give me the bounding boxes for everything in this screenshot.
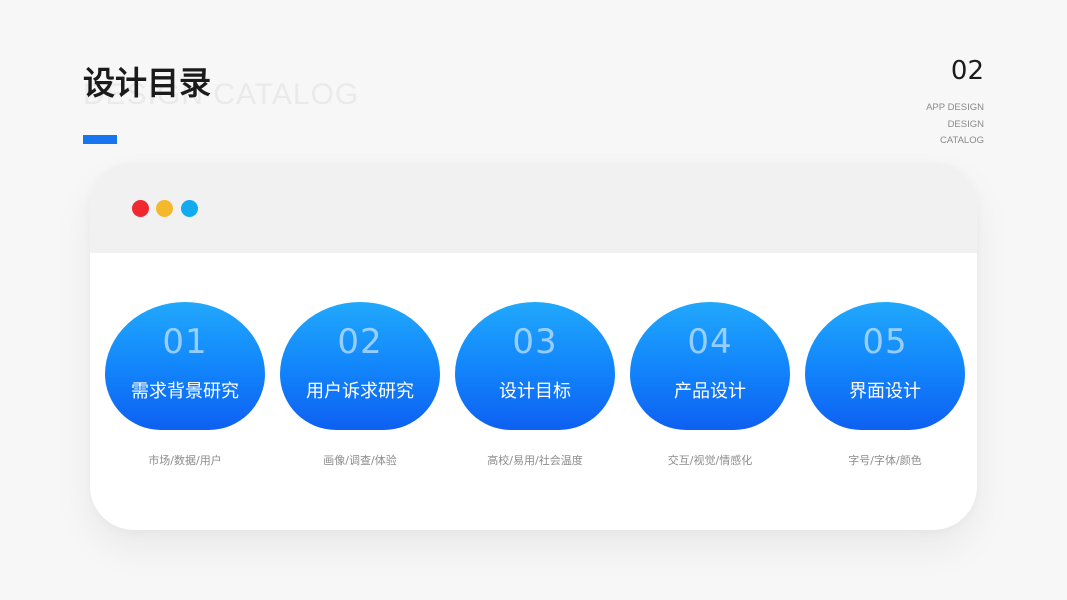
subtitle-line: DESIGN [947,118,984,130]
catalog-items: 01 需求背景研究 市场/数据/用户 02 用户诉求研究 画像/调查/体验 03… [90,162,977,530]
subtitle-line: CATALOG [940,135,984,146]
item-label: 产品设计 [674,381,746,402]
item-number: 03 [512,322,558,362]
catalog-item-03[interactable]: 03 设计目标 高校/易用/社会温度 [455,302,615,472]
page-number: 02 [950,56,984,86]
item-label: 需求背景研究 [131,381,239,402]
item-description: 画像/调查/体验 [323,454,397,467]
catalog-item-01[interactable]: 01 需求背景研究 市场/数据/用户 [105,302,265,472]
item-label: 用户诉求研究 [306,381,414,402]
item-label: 界面设计 [849,381,921,402]
catalog-item-02[interactable]: 02 用户诉求研究 画像/调查/体验 [280,302,440,472]
page-subtitle: APP DESIGN DESIGN CATALOG [926,100,984,150]
title-accent-bar [83,135,117,144]
item-label: 设计目标 [499,381,571,402]
item-description: 市场/数据/用户 [148,454,222,467]
subtitle-line: APP DESIGN [926,102,984,113]
item-description: 交互/视觉/情感化 [667,454,753,467]
catalog-item-05[interactable]: 05 界面设计 字号/字体/颜色 [805,302,965,472]
item-number: 02 [337,322,383,362]
item-number: 01 [162,322,208,362]
page-title: 设计目录 [83,64,212,102]
item-description: 字号/字体/颜色 [848,454,922,467]
catalog-window: 01 需求背景研究 市场/数据/用户 02 用户诉求研究 画像/调查/体验 03… [90,162,977,530]
item-number: 05 [862,322,908,362]
item-description: 高校/易用/社会温度 [487,454,583,467]
catalog-item-04[interactable]: 04 产品设计 交互/视觉/情感化 [630,302,790,472]
item-number: 04 [687,322,733,362]
